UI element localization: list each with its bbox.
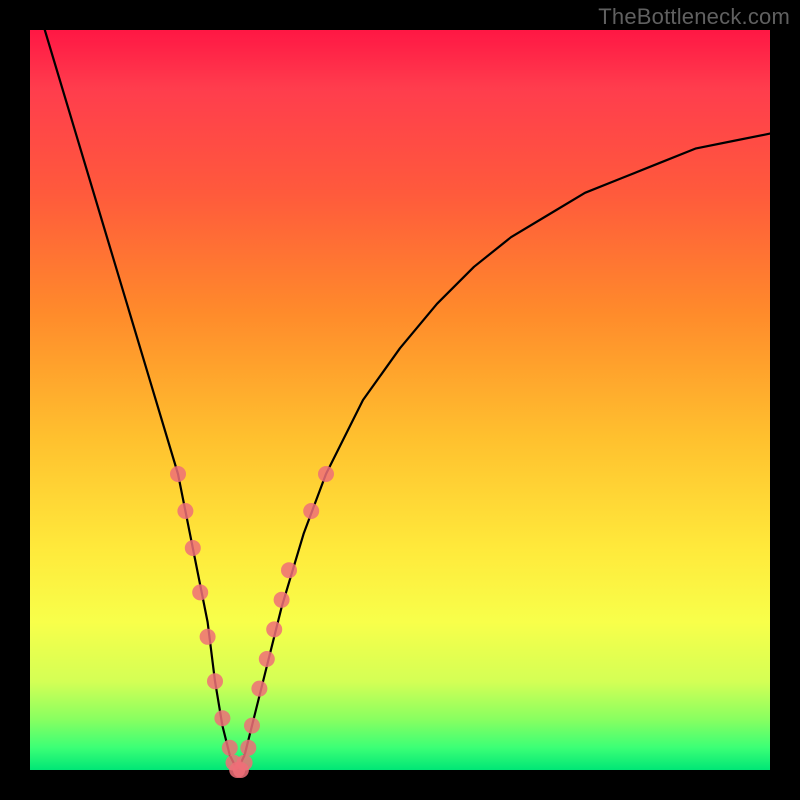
marker-dot — [214, 710, 230, 726]
plot-area — [30, 30, 770, 770]
marker-dot — [244, 718, 260, 734]
marker-dot — [281, 562, 297, 578]
bottleneck-curve — [45, 30, 770, 770]
data-markers — [170, 466, 334, 778]
marker-dot — [274, 592, 290, 608]
marker-dot — [222, 740, 238, 756]
marker-dot — [318, 466, 334, 482]
marker-dot — [303, 503, 319, 519]
marker-dot — [192, 584, 208, 600]
marker-dot — [237, 755, 253, 771]
marker-dot — [185, 540, 201, 556]
marker-dot — [259, 651, 275, 667]
marker-dot — [251, 681, 267, 697]
watermark-text: TheBottleneck.com — [598, 4, 790, 30]
marker-dot — [200, 629, 216, 645]
curve-svg — [30, 30, 770, 770]
marker-dot — [170, 466, 186, 482]
marker-dot — [266, 621, 282, 637]
marker-dot — [240, 740, 256, 756]
chart-frame: TheBottleneck.com — [0, 0, 800, 800]
marker-dot — [207, 673, 223, 689]
marker-dot — [177, 503, 193, 519]
